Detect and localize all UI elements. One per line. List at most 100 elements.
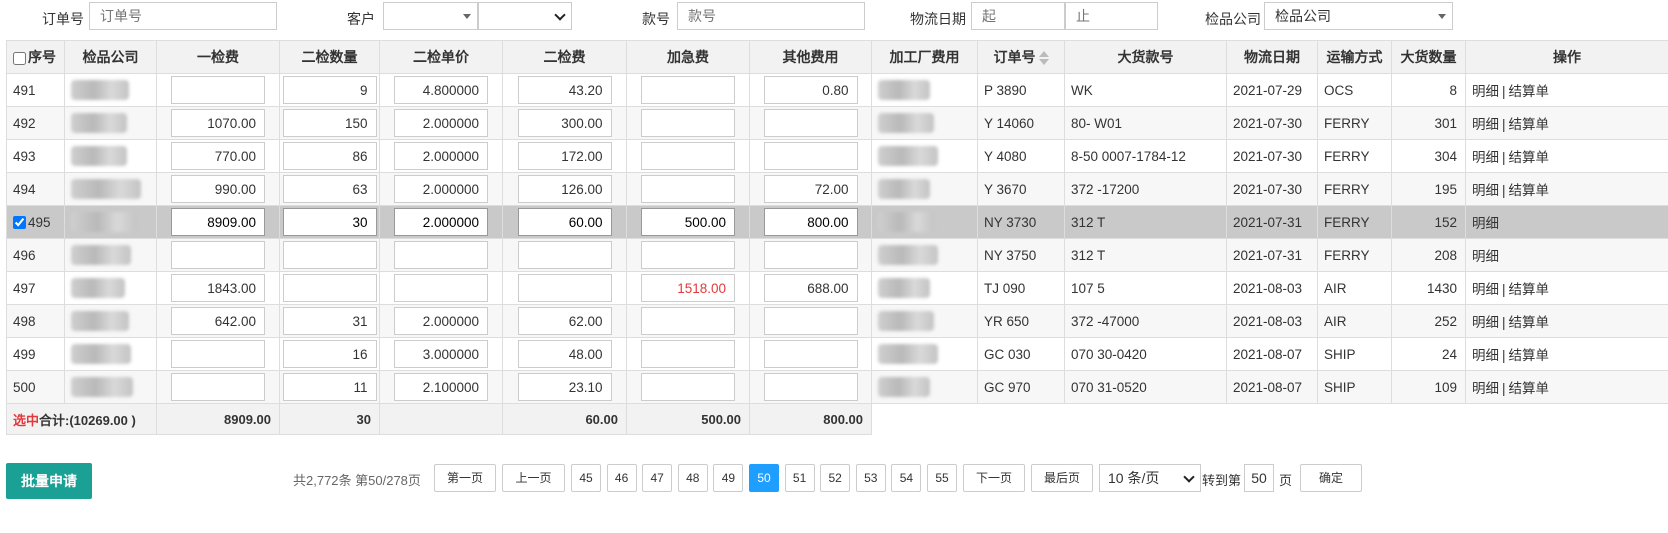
page-48-button[interactable]: 48 — [677, 464, 708, 492]
page-50-button[interactable]: 50 — [749, 464, 779, 492]
last-page-button[interactable]: 最后页 — [1031, 464, 1093, 492]
second-qty-input[interactable] — [282, 340, 377, 368]
table-row[interactable]: 491P 3890WK2021-07-29OCS8明细|结算单 — [6, 73, 1668, 107]
rush-fee-input[interactable] — [641, 109, 735, 137]
table-row[interactable]: 495 NY 3730312 T2021-07-31FERRY152 明细 — [6, 205, 1668, 239]
first-fee-input[interactable] — [171, 208, 265, 236]
first-fee-input[interactable] — [171, 142, 265, 170]
style-input[interactable] — [677, 2, 865, 30]
other-fee-input[interactable] — [763, 142, 858, 170]
second-price-input[interactable] — [394, 340, 488, 368]
second-qty-input[interactable] — [282, 175, 377, 203]
second-price-input[interactable] — [394, 109, 488, 137]
rush-fee-input[interactable] — [641, 373, 735, 401]
second-price-input[interactable] — [394, 241, 488, 269]
page-53-button[interactable]: 53 — [855, 464, 886, 492]
first-fee-input[interactable] — [171, 373, 265, 401]
table-row[interactable]: 500GC 970070 31-05202021-08-07SHIP109明细|… — [6, 370, 1668, 404]
settlement-link[interactable]: 结算单 — [1509, 150, 1550, 165]
second-fee-input[interactable] — [517, 340, 612, 368]
detail-link[interactable]: 明细 — [1472, 381, 1499, 396]
table-row[interactable]: 498YR 650372 -470002021-08-03AIR252明细|结算… — [6, 304, 1668, 338]
table-row[interactable]: 492Y 1406080- W012021-07-30FERRY301明细|结算… — [6, 106, 1668, 140]
detail-link[interactable]: 明细 — [1472, 348, 1499, 363]
second-fee-input[interactable] — [517, 274, 612, 302]
settlement-link[interactable]: 结算单 — [1509, 183, 1550, 198]
second-fee-input[interactable] — [517, 307, 612, 335]
page-49-button[interactable]: 49 — [713, 464, 744, 492]
first-fee-input[interactable] — [171, 274, 265, 302]
detail-link[interactable]: 明细 — [1472, 249, 1499, 264]
page-46-button[interactable]: 46 — [606, 464, 637, 492]
detail-link[interactable]: 明细 — [1472, 84, 1499, 99]
second-price-input[interactable] — [394, 274, 488, 302]
first-page-button[interactable]: 第一页 — [434, 464, 496, 492]
second-fee-input[interactable] — [517, 175, 612, 203]
second-fee-input[interactable] — [517, 109, 612, 137]
second-qty-input[interactable] — [282, 208, 377, 236]
select-all-checkbox[interactable] — [13, 51, 26, 65]
table-row[interactable]: 499GC 030070 30-04202021-08-07SHIP24明细|结… — [6, 337, 1668, 371]
second-price-input[interactable] — [394, 208, 488, 236]
page-54-button[interactable]: 54 — [891, 464, 922, 492]
customer-select-2[interactable] — [478, 2, 572, 30]
header-order-no[interactable]: 订单号 — [977, 40, 1065, 74]
row-checkbox[interactable] — [13, 216, 26, 230]
second-price-input[interactable] — [394, 307, 488, 335]
page-size-select[interactable]: 10 条/页 — [1099, 464, 1201, 492]
other-fee-input[interactable] — [763, 274, 858, 302]
date-start-input[interactable] — [971, 2, 1065, 30]
settlement-link[interactable]: 结算单 — [1509, 381, 1550, 396]
rush-fee-input[interactable] — [641, 340, 735, 368]
other-fee-input[interactable] — [763, 340, 858, 368]
second-qty-input[interactable] — [282, 373, 377, 401]
other-fee-input[interactable] — [763, 307, 858, 335]
settlement-link[interactable]: 结算单 — [1509, 315, 1550, 330]
page-51-button[interactable]: 51 — [784, 464, 815, 492]
rush-fee-input[interactable] — [641, 241, 735, 269]
customer-select-1[interactable] — [383, 2, 478, 30]
date-end-input[interactable] — [1065, 2, 1158, 30]
detail-link[interactable]: 明细 — [1472, 315, 1499, 330]
first-fee-input[interactable] — [171, 340, 265, 368]
second-fee-input[interactable] — [517, 208, 612, 236]
second-fee-input[interactable] — [517, 76, 612, 104]
first-fee-input[interactable] — [171, 307, 265, 335]
second-qty-input[interactable] — [282, 241, 377, 269]
second-qty-input[interactable] — [282, 274, 377, 302]
second-fee-input[interactable] — [517, 142, 612, 170]
rush-fee-input[interactable] — [641, 175, 735, 203]
settlement-link[interactable]: 结算单 — [1509, 282, 1550, 297]
other-fee-input[interactable] — [763, 373, 858, 401]
page-55-button[interactable]: 55 — [927, 464, 957, 492]
page-52-button[interactable]: 52 — [820, 464, 851, 492]
second-price-input[interactable] — [394, 373, 488, 401]
second-qty-input[interactable] — [282, 307, 377, 335]
rush-fee-input[interactable] — [641, 307, 735, 335]
first-fee-input[interactable] — [171, 241, 265, 269]
table-row[interactable]: 496 NY 3750 312 T 2021-07-31 FERRY 208 明细 — [6, 238, 1668, 272]
batch-apply-button[interactable]: 批量申请 — [6, 463, 92, 499]
table-row[interactable]: 494Y 3670372 -172002021-07-30FERRY195明细|… — [6, 172, 1668, 206]
second-price-input[interactable] — [394, 142, 488, 170]
other-fee-input[interactable] — [763, 208, 858, 236]
other-fee-input[interactable] — [763, 76, 858, 104]
detail-link[interactable]: 明细 — [1472, 216, 1499, 231]
second-fee-input[interactable] — [517, 241, 612, 269]
other-fee-input[interactable] — [763, 109, 858, 137]
detail-link[interactable]: 明细 — [1472, 282, 1499, 297]
rush-fee-input[interactable] — [641, 142, 735, 170]
detail-link[interactable]: 明细 — [1472, 117, 1499, 132]
page-45-button[interactable]: 45 — [571, 464, 601, 492]
second-fee-input[interactable] — [517, 373, 612, 401]
first-fee-input[interactable] — [171, 109, 265, 137]
second-qty-input[interactable] — [282, 109, 377, 137]
confirm-goto-button[interactable]: 确定 — [1300, 464, 1362, 492]
second-price-input[interactable] — [394, 175, 488, 203]
prev-page-button[interactable]: 上一页 — [502, 464, 565, 492]
rush-fee-input[interactable] — [641, 76, 735, 104]
rush-fee-input[interactable] — [641, 274, 735, 302]
detail-link[interactable]: 明细 — [1472, 150, 1499, 165]
inspection-company-select[interactable]: 检品公司 — [1264, 2, 1453, 30]
sort-icon[interactable] — [1038, 51, 1049, 66]
